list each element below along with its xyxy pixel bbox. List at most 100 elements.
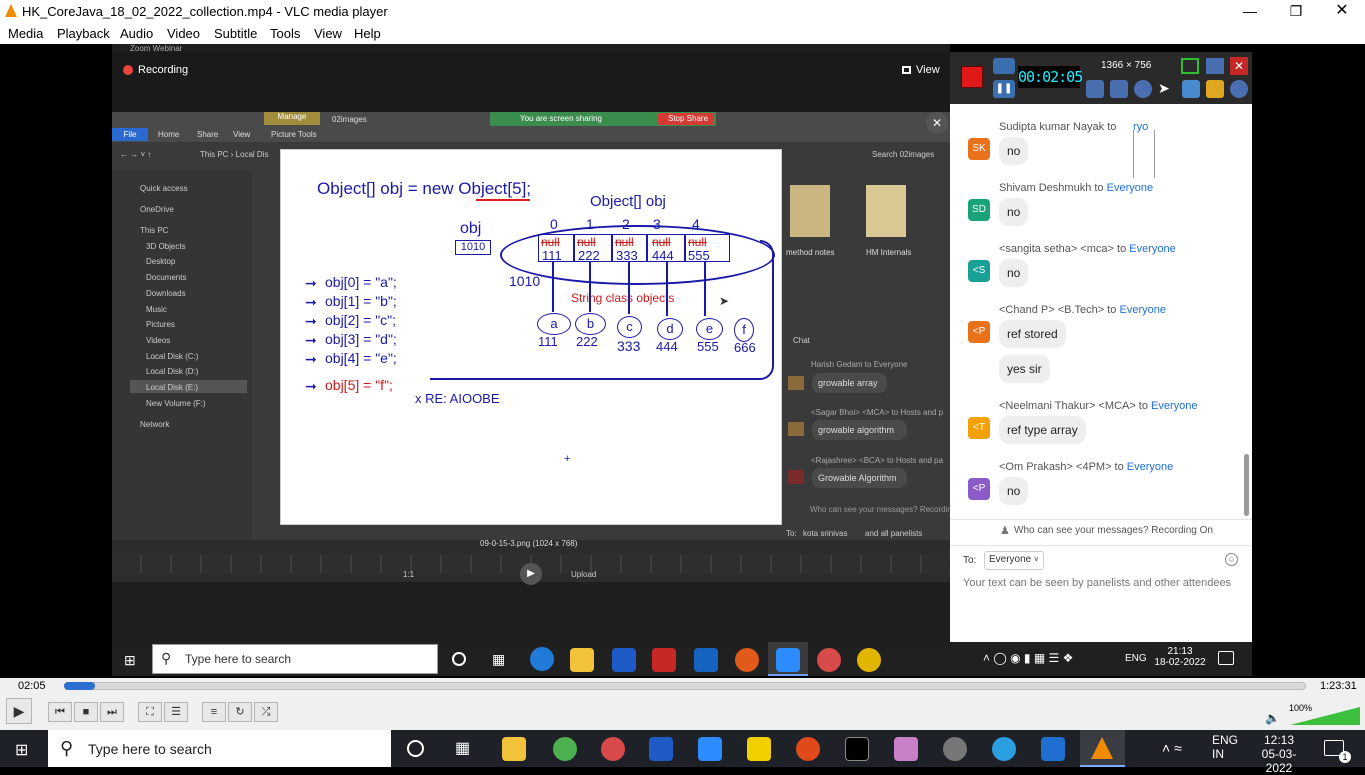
- pen-icon[interactable]: [1182, 80, 1200, 98]
- menu-audio[interactable]: Audio: [120, 26, 153, 41]
- inner-mail-icon: [694, 648, 718, 672]
- sidebar-pictures[interactable]: Pictures: [146, 320, 175, 329]
- recipient-link[interactable]: Everyone: [1151, 400, 1197, 412]
- upload-button[interactable]: Upload: [571, 570, 596, 579]
- close-recorder-icon[interactable]: ✕: [1230, 57, 1248, 75]
- explorer-path[interactable]: This PC › Local Dis: [200, 150, 268, 159]
- settings-icon[interactable]: [1230, 80, 1248, 98]
- store-icon[interactable]: [649, 737, 673, 761]
- menu-tools[interactable]: Tools: [270, 26, 300, 41]
- terminal-icon[interactable]: [845, 737, 869, 761]
- recorder-icon[interactable]: [796, 737, 820, 761]
- close-button[interactable]: ✕: [1319, 0, 1365, 22]
- fullscreen-icon[interactable]: [1181, 58, 1199, 74]
- inner-to-select[interactable]: kota srinivas: [803, 529, 847, 538]
- fullscreen-button[interactable]: ⛶: [138, 702, 162, 722]
- playlist-button[interactable]: ≡: [202, 702, 226, 722]
- telegram-icon[interactable]: [992, 737, 1016, 761]
- nav-arrows[interactable]: ← → ˅ ↑: [120, 150, 151, 159]
- folder-icon[interactable]: [1206, 80, 1224, 98]
- menu-media[interactable]: Media: [8, 26, 43, 41]
- photos-icon[interactable]: [1041, 737, 1065, 761]
- view-button[interactable]: View: [916, 64, 940, 76]
- sidebar-quick-access[interactable]: Quick access: [140, 184, 188, 193]
- recipient-link[interactable]: Everyone: [1119, 304, 1165, 316]
- sidebar-documents[interactable]: Documents: [146, 273, 186, 282]
- recipient-select[interactable]: Everyone ˅: [984, 551, 1044, 570]
- speaker-icon[interactable]: [1086, 80, 1104, 98]
- play-button[interactable]: ▶: [6, 698, 32, 724]
- ribbon-file[interactable]: File: [112, 128, 148, 141]
- sidebar-disk-c[interactable]: Local Disk (C:): [146, 352, 198, 361]
- previous-button[interactable]: ⏮: [48, 702, 72, 722]
- recipient-link[interactable]: Everyone: [1107, 182, 1153, 194]
- cortana-icon[interactable]: [407, 740, 424, 757]
- sidebar-network[interactable]: Network: [140, 420, 169, 429]
- minimize-button[interactable]: —: [1227, 0, 1273, 22]
- pause-icon[interactable]: ❚❚: [993, 80, 1015, 98]
- recipient-link[interactable]: Everyone: [1127, 461, 1173, 473]
- sidebar-downloads[interactable]: Downloads: [146, 289, 186, 298]
- ribbon-home[interactable]: Home: [158, 130, 179, 139]
- loop-button[interactable]: ↻: [228, 702, 252, 722]
- zoom-ratio[interactable]: 1:1: [403, 570, 414, 579]
- sender-name: Sudipta kumar Nayak to: [999, 121, 1117, 133]
- sidebar-this-pc[interactable]: This PC: [140, 226, 168, 235]
- seek-bar[interactable]: [64, 682, 1306, 690]
- snip-tool-icon[interactable]: [601, 737, 625, 761]
- ribbon-picture-tools[interactable]: Picture Tools: [271, 130, 317, 139]
- app-icon[interactable]: [943, 737, 967, 761]
- sidebar-videos[interactable]: Videos: [146, 336, 170, 345]
- chat-input[interactable]: Your text can be seen by panelists and o…: [963, 577, 1231, 589]
- next-button[interactable]: ⏭: [100, 702, 124, 722]
- ribbon-view[interactable]: View: [233, 130, 250, 139]
- sidebar-desktop[interactable]: Desktop: [146, 257, 175, 266]
- menu-subtitle[interactable]: Subtitle: [214, 26, 257, 41]
- camera-icon[interactable]: [993, 58, 1015, 74]
- app-icon[interactable]: [894, 737, 918, 761]
- recorder-stop-button[interactable]: [961, 66, 983, 88]
- zoom-icon[interactable]: [698, 737, 722, 761]
- window-title: HK_CoreJava_18_02_2022_collection.mp4 - …: [22, 4, 388, 19]
- menu-playback[interactable]: Playback: [57, 26, 110, 41]
- play-slideshow-icon[interactable]: ▶: [520, 563, 542, 585]
- stop-button[interactable]: ■: [74, 702, 98, 722]
- volume-icon[interactable]: 🔈: [1265, 711, 1280, 725]
- sidebar-music[interactable]: Music: [146, 305, 167, 314]
- explorer-search[interactable]: Search 02images: [872, 150, 934, 159]
- extended-settings-button[interactable]: ☰: [164, 702, 188, 722]
- folder-icon[interactable]: [866, 185, 906, 237]
- emoji-icon[interactable]: ☺: [1225, 553, 1238, 566]
- task-view-icon[interactable]: ▦: [455, 738, 470, 758]
- ribbon-share[interactable]: Share: [197, 130, 218, 139]
- who-can-see-link[interactable]: Who can see your messages? Recording On: [1014, 525, 1213, 536]
- sidebar-3d-objects[interactable]: 3D Objects: [146, 242, 186, 251]
- taskbar-clock[interactable]: 12:13 05-03-2022: [1258, 733, 1300, 775]
- shuffle-button[interactable]: ⤮: [254, 702, 278, 722]
- minimize-recorder-icon[interactable]: [1206, 58, 1224, 74]
- volume-slider[interactable]: [1290, 707, 1360, 725]
- sidebar-disk-d[interactable]: Local Disk (D:): [146, 367, 198, 376]
- close-viewer-icon[interactable]: ✕: [926, 112, 948, 134]
- tray-icons[interactable]: ˄ ≈: [1162, 740, 1182, 756]
- mic-icon[interactable]: [1110, 80, 1128, 98]
- cursor-icon[interactable]: ➤: [1158, 80, 1176, 98]
- recipient-link[interactable]: Everyone: [1129, 243, 1175, 255]
- sidebar-disk-e[interactable]: Local Disk (E:): [146, 383, 198, 392]
- sticky-notes-icon[interactable]: [747, 737, 771, 761]
- manage-tab[interactable]: Manage: [264, 112, 320, 125]
- time-total[interactable]: 1:23:31: [1320, 680, 1357, 692]
- chat-scrollbar[interactable]: [1244, 454, 1249, 516]
- folder-icon[interactable]: [790, 185, 830, 237]
- menu-view[interactable]: View: [314, 26, 342, 41]
- language-indicator[interactable]: ENG IN: [1212, 733, 1238, 761]
- chrome-icon[interactable]: [553, 737, 577, 761]
- maximize-button[interactable]: ❐: [1273, 0, 1319, 22]
- menu-help[interactable]: Help: [354, 26, 381, 41]
- menu-video[interactable]: Video: [167, 26, 200, 41]
- windows-start-icon[interactable]: ⊞: [15, 740, 28, 760]
- sidebar-onedrive[interactable]: OneDrive: [140, 205, 174, 214]
- webcam-icon[interactable]: [1134, 80, 1152, 98]
- file-explorer-icon[interactable]: [502, 737, 526, 761]
- sidebar-volume-f[interactable]: New Volume (F:): [146, 399, 206, 408]
